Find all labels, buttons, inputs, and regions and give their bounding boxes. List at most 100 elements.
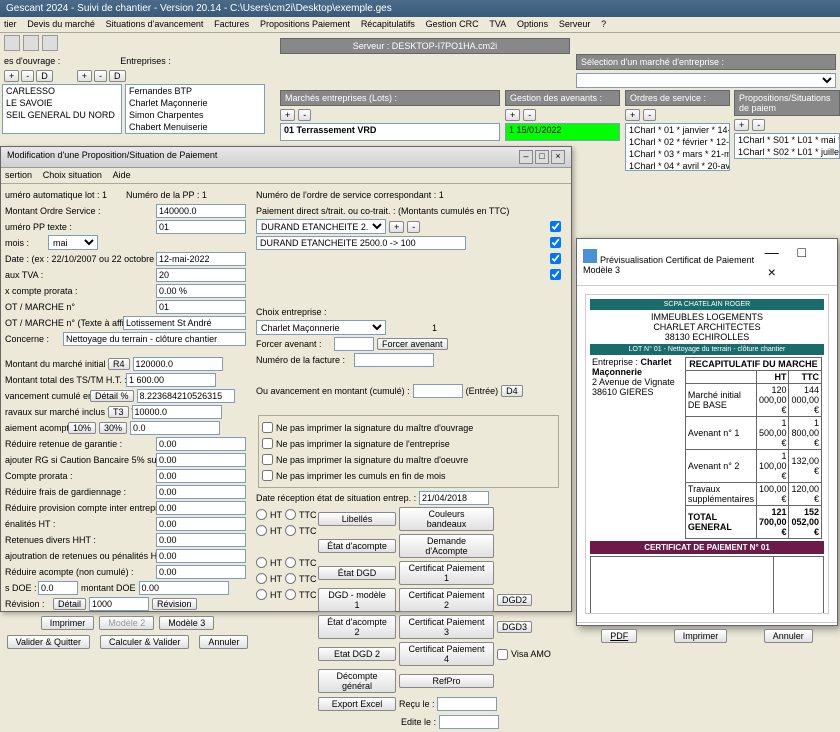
minus-button[interactable]: - (407, 221, 420, 233)
menu-item[interactable]: Récapitulatifs (361, 19, 415, 29)
decompte-button[interactable]: Décompte général (318, 669, 396, 693)
libelles-button[interactable]: Libellés (318, 512, 396, 526)
menu-item[interactable]: Serveur (559, 19, 591, 29)
etat-dgd2-button[interactable]: Etat DGD 2 (318, 647, 396, 661)
list-item[interactable]: 1Charl * S01 * L01 * mai * 12-ma (735, 134, 839, 146)
ajout-penalites-input[interactable] (156, 549, 246, 563)
t3-button[interactable]: T3 (108, 406, 129, 418)
plus-button[interactable]: + (389, 221, 404, 233)
list-item[interactable]: CARLESSO (3, 85, 121, 97)
minus-button[interactable]: - (94, 70, 107, 82)
radio-ht[interactable] (256, 557, 267, 568)
list-item[interactable]: Fernandes BTP (126, 85, 264, 97)
date-reception-input[interactable] (419, 491, 489, 505)
acompte-input[interactable] (130, 421, 220, 435)
plus-button[interactable]: + (734, 119, 749, 131)
etat-acompte2-button[interactable]: État d'acompte 2 (318, 615, 396, 639)
montant-initial-input[interactable] (133, 357, 223, 371)
num-facture-input[interactable] (354, 353, 434, 367)
prorata-input[interactable] (156, 284, 246, 298)
forcer-avenant-button[interactable]: Forcer avenant (377, 338, 448, 350)
radio-ht[interactable] (256, 525, 267, 536)
lots-list[interactable]: 01 Terrassement VRD (280, 123, 500, 141)
minus-button[interactable]: - (752, 119, 765, 131)
plus-button[interactable]: + (280, 109, 295, 121)
durand-list[interactable]: DURAND ETANCHEITE 2500.0 -> 100 (256, 236, 466, 250)
menu-item[interactable]: Options (517, 19, 548, 29)
visa-amo-check[interactable] (497, 649, 508, 660)
props-list[interactable]: 1Charl * S01 * L01 * mai * 12-ma 1Charl … (734, 133, 840, 159)
check-cumuls[interactable] (262, 470, 273, 481)
menu-item[interactable]: Propositions Paiement (260, 19, 350, 29)
num-pp-input[interactable] (156, 220, 246, 234)
menu-item[interactable]: Choix situation (43, 170, 102, 180)
check1[interactable] (550, 221, 561, 232)
revision-button[interactable]: Révision (152, 598, 197, 610)
tva-input[interactable] (156, 268, 246, 282)
tool-icon[interactable] (23, 35, 39, 51)
radio-ttc[interactable] (285, 509, 296, 520)
list-item[interactable]: 1Charl * 01 * janvier * 14-janv-2022 (626, 124, 729, 136)
minimize-icon[interactable]: – (519, 150, 533, 164)
detail-pct-button[interactable]: Détail % (90, 390, 134, 402)
marche-select[interactable] (576, 73, 836, 88)
radio-ht[interactable] (256, 589, 267, 600)
menu-item[interactable]: Aide (113, 170, 131, 180)
list-item[interactable]: 01 Terrassement VRD (281, 124, 499, 136)
check-sig-entreprise[interactable] (262, 438, 273, 449)
plus-button[interactable]: + (77, 70, 92, 82)
close-button[interactable]: × (757, 262, 787, 282)
lot-marche-input[interactable] (156, 300, 246, 314)
minus-button[interactable]: - (298, 109, 311, 121)
reduire-acompte-input[interactable] (156, 565, 246, 579)
maximize-icon[interactable]: □ (535, 150, 549, 164)
penalites-ht-input[interactable] (156, 517, 246, 531)
avancement-montant-input[interactable] (413, 384, 463, 398)
minus-button[interactable]: - (643, 109, 656, 121)
menu-item[interactable]: Factures (214, 19, 249, 29)
travaux-input[interactable] (132, 405, 222, 419)
list-item[interactable]: Charlet Maçonnerie (126, 97, 264, 109)
recu-input[interactable] (437, 697, 497, 711)
radio-ttc[interactable] (285, 525, 296, 536)
retenues-hht-input[interactable] (156, 533, 246, 547)
menu-item[interactable]: Gestion CRC (426, 19, 479, 29)
radio-ttc[interactable] (285, 573, 296, 584)
menu-item[interactable]: TVA (489, 19, 506, 29)
imprimer-button[interactable]: Imprimer (41, 616, 95, 630)
annuler-button[interactable]: Annuler (764, 629, 813, 643)
list-item[interactable]: 1Charl * 03 * mars * 21-mar-2022 (626, 148, 729, 160)
dgd2-button[interactable]: DGD2 (497, 594, 532, 606)
list-item[interactable]: Simon Charpentes (126, 109, 264, 121)
couleurs-button[interactable]: Couleurs bandeaux (399, 507, 494, 531)
list-item[interactable]: 1 15/01/2022 (506, 124, 619, 136)
menu-item[interactable]: Situations d'avancement (106, 19, 204, 29)
compte-prorata-input[interactable] (156, 469, 246, 483)
durand-select[interactable]: DURAND ETANCHEITE 2... (256, 219, 386, 234)
pdf-button[interactable]: PDF (601, 629, 637, 643)
list-item[interactable]: SEIL GENERAL DU NORD (3, 109, 121, 121)
modele3-button[interactable]: Modèle 3 (159, 616, 214, 630)
tool-icon[interactable] (4, 35, 20, 51)
check4[interactable] (550, 269, 561, 280)
doe-input[interactable] (38, 581, 78, 595)
imprimer-button[interactable]: Imprimer (674, 629, 728, 643)
detail-button[interactable]: Détail (53, 598, 86, 610)
check2[interactable] (550, 237, 561, 248)
dgd3-button[interactable]: DGD3 (497, 621, 532, 633)
calculer-valider-button[interactable]: Calculer & Valider (100, 635, 189, 649)
menu-item[interactable]: tier (4, 19, 17, 29)
ordres-list[interactable]: 1Charl * 01 * janvier * 14-janv-2022 1Ch… (625, 123, 730, 171)
menu-item[interactable]: Devis du marché (27, 19, 95, 29)
demande-acompte-button[interactable]: Demande d'Acompte (399, 534, 494, 558)
ouvrage-list[interactable]: CARLESSO LE SAVOIE SEIL GENERAL DU NORD (2, 84, 122, 134)
montant-os-input[interactable] (156, 204, 246, 218)
list-item[interactable]: 1Charl * 02 * février * 12-fév-2022 (626, 136, 729, 148)
d4-button[interactable]: D4 (501, 385, 523, 397)
rajouter-rg-input[interactable] (156, 453, 246, 467)
list-item[interactable]: 1Charl * S02 * L01 * juillet * 23-ju (735, 146, 839, 158)
minimize-button[interactable]: — (757, 242, 787, 262)
pct30-button[interactable]: 30% (99, 422, 127, 434)
valider-quitter-button[interactable]: Valider & Quitter (7, 635, 90, 649)
edite-input[interactable] (439, 715, 499, 729)
